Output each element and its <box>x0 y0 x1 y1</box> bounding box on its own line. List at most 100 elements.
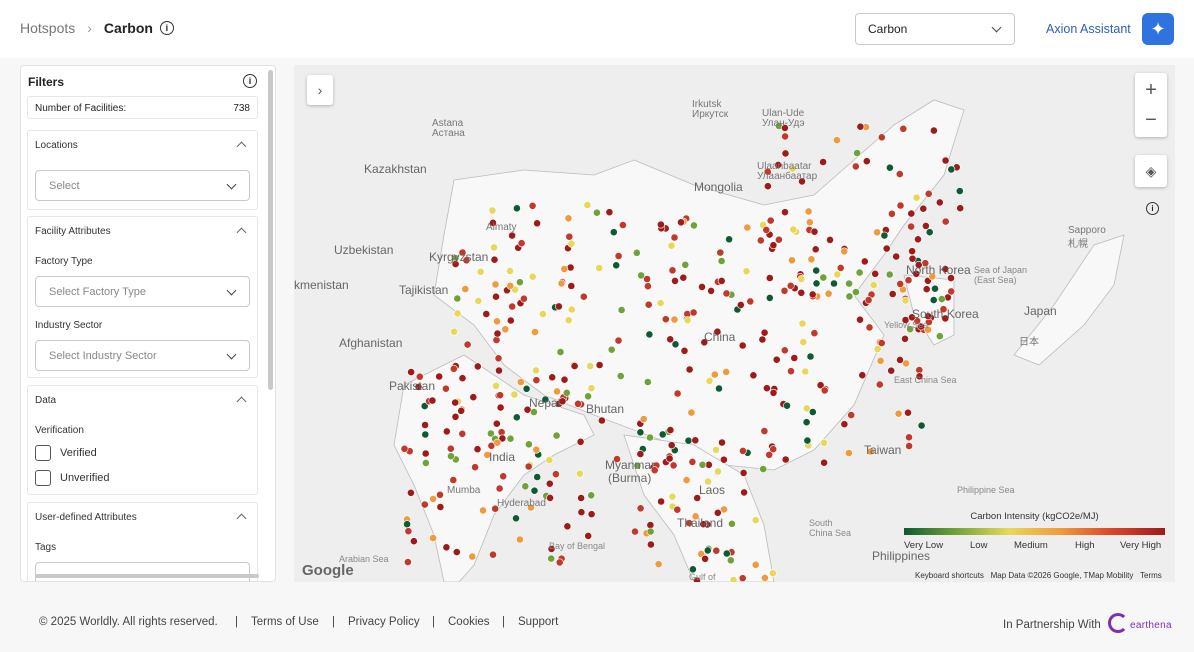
facility-marker[interactable] <box>565 232 574 241</box>
facility-marker[interactable] <box>701 554 709 563</box>
facility-marker[interactable] <box>869 281 878 289</box>
facility-marker[interactable] <box>512 514 520 523</box>
facility-marker[interactable] <box>875 380 884 389</box>
facility-marker[interactable] <box>812 279 821 288</box>
facility-marker[interactable] <box>673 505 682 514</box>
facility-marker[interactable] <box>463 340 472 349</box>
facility-marker[interactable] <box>749 371 758 380</box>
factory-type-select[interactable]: Select Factory Type <box>35 276 250 307</box>
facility-marker[interactable] <box>479 506 487 515</box>
facility-marker[interactable] <box>656 220 665 229</box>
facility-marker[interactable] <box>797 275 806 283</box>
layers-button[interactable]: ◈ <box>1135 155 1167 187</box>
facility-marker[interactable] <box>587 384 596 393</box>
facility-marker[interactable] <box>607 345 616 354</box>
facility-marker[interactable] <box>587 510 596 519</box>
facility-marker[interactable] <box>680 346 689 355</box>
facility-marker[interactable] <box>493 317 501 326</box>
facility-marker[interactable] <box>528 272 537 281</box>
facility-marker[interactable] <box>563 522 572 531</box>
facility-marker[interactable] <box>557 279 566 288</box>
facility-marker[interactable] <box>811 245 820 254</box>
facility-marker[interactable] <box>474 296 483 305</box>
facility-marker[interactable] <box>400 444 409 453</box>
facility-marker[interactable] <box>586 362 595 370</box>
facility-marker[interactable] <box>551 470 560 479</box>
facility-marker[interactable] <box>858 371 867 380</box>
facility-marker[interactable] <box>833 136 841 145</box>
facility-marker[interactable] <box>736 300 745 309</box>
chevron-up-icon[interactable] <box>236 513 247 524</box>
facility-marker[interactable] <box>489 550 497 559</box>
facility-marker[interactable] <box>947 165 956 174</box>
facility-marker[interactable] <box>453 309 462 318</box>
facility-marker[interactable] <box>810 227 819 236</box>
facility-marker[interactable] <box>492 336 501 344</box>
facility-marker[interactable] <box>845 449 853 457</box>
facility-marker[interactable] <box>560 375 569 384</box>
facility-marker[interactable] <box>888 209 896 218</box>
facility-marker[interactable] <box>718 438 726 447</box>
facility-marker[interactable] <box>845 279 853 288</box>
facility-marker[interactable] <box>922 221 930 230</box>
user-defined-header[interactable]: User-defined Attributes <box>35 512 137 523</box>
facility-marker[interactable] <box>492 292 500 301</box>
facility-marker[interactable] <box>682 476 691 484</box>
facility-marker[interactable] <box>746 297 755 306</box>
facility-marker[interactable] <box>780 286 789 295</box>
facility-marker[interactable] <box>726 556 735 565</box>
facility-marker[interactable] <box>665 454 674 463</box>
facility-marker[interactable] <box>787 367 795 376</box>
facility-marker[interactable] <box>713 467 722 476</box>
info-icon[interactable]: i <box>159 21 174 35</box>
facility-marker[interactable] <box>583 201 592 209</box>
facility-marker[interactable] <box>763 182 772 191</box>
facility-marker[interactable] <box>790 354 799 362</box>
facility-marker[interactable] <box>436 490 444 499</box>
facility-marker[interactable] <box>461 285 470 293</box>
facility-marker[interactable] <box>833 270 842 279</box>
facility-marker[interactable] <box>847 411 856 419</box>
facility-marker[interactable] <box>482 310 491 318</box>
facility-marker[interactable] <box>533 219 541 228</box>
facility-marker[interactable] <box>587 491 596 500</box>
facility-marker[interactable] <box>574 399 582 408</box>
facility-marker[interactable] <box>781 149 790 158</box>
facility-marker[interactable] <box>873 345 882 353</box>
facility-marker[interactable] <box>774 235 783 244</box>
facility-marker[interactable] <box>808 290 817 299</box>
facility-marker[interactable] <box>914 235 922 244</box>
facility-marker[interactable] <box>947 287 956 296</box>
facility-marker[interactable] <box>637 271 645 280</box>
facility-marker[interactable] <box>729 576 738 583</box>
facility-marker[interactable] <box>528 201 537 210</box>
facility-marker[interactable] <box>738 341 747 350</box>
facility-marker[interactable] <box>447 452 455 461</box>
facility-marker[interactable] <box>877 133 886 142</box>
facility-marker[interactable] <box>668 492 677 501</box>
facility-marker[interactable] <box>512 413 521 422</box>
facility-marker[interactable] <box>612 261 621 270</box>
support-link[interactable]: Support <box>518 616 558 628</box>
zoom-out-button[interactable]: − <box>1145 105 1157 135</box>
facility-marker[interactable] <box>457 406 466 415</box>
facility-marker[interactable] <box>495 484 504 493</box>
facility-marker[interactable] <box>941 217 950 226</box>
facility-marker[interactable] <box>669 461 678 470</box>
facility-marker[interactable] <box>575 469 584 478</box>
facility-marker[interactable] <box>905 433 913 442</box>
facility-marker[interactable] <box>499 472 508 481</box>
terms-link[interactable]: Terms <box>1140 571 1162 580</box>
facility-marker[interactable] <box>636 428 645 437</box>
chevron-up-icon[interactable] <box>236 141 247 152</box>
facility-marker[interactable] <box>661 315 670 324</box>
facility-marker[interactable] <box>738 574 747 582</box>
facility-marker[interactable] <box>691 436 700 445</box>
facility-marker[interactable] <box>804 207 813 216</box>
facility-marker[interactable] <box>812 266 821 275</box>
facility-marker[interactable] <box>904 276 913 285</box>
facility-marker[interactable] <box>421 449 430 458</box>
info-icon[interactable]: i <box>243 74 257 88</box>
facility-marker[interactable] <box>506 281 515 290</box>
facility-marker[interactable] <box>644 300 653 309</box>
